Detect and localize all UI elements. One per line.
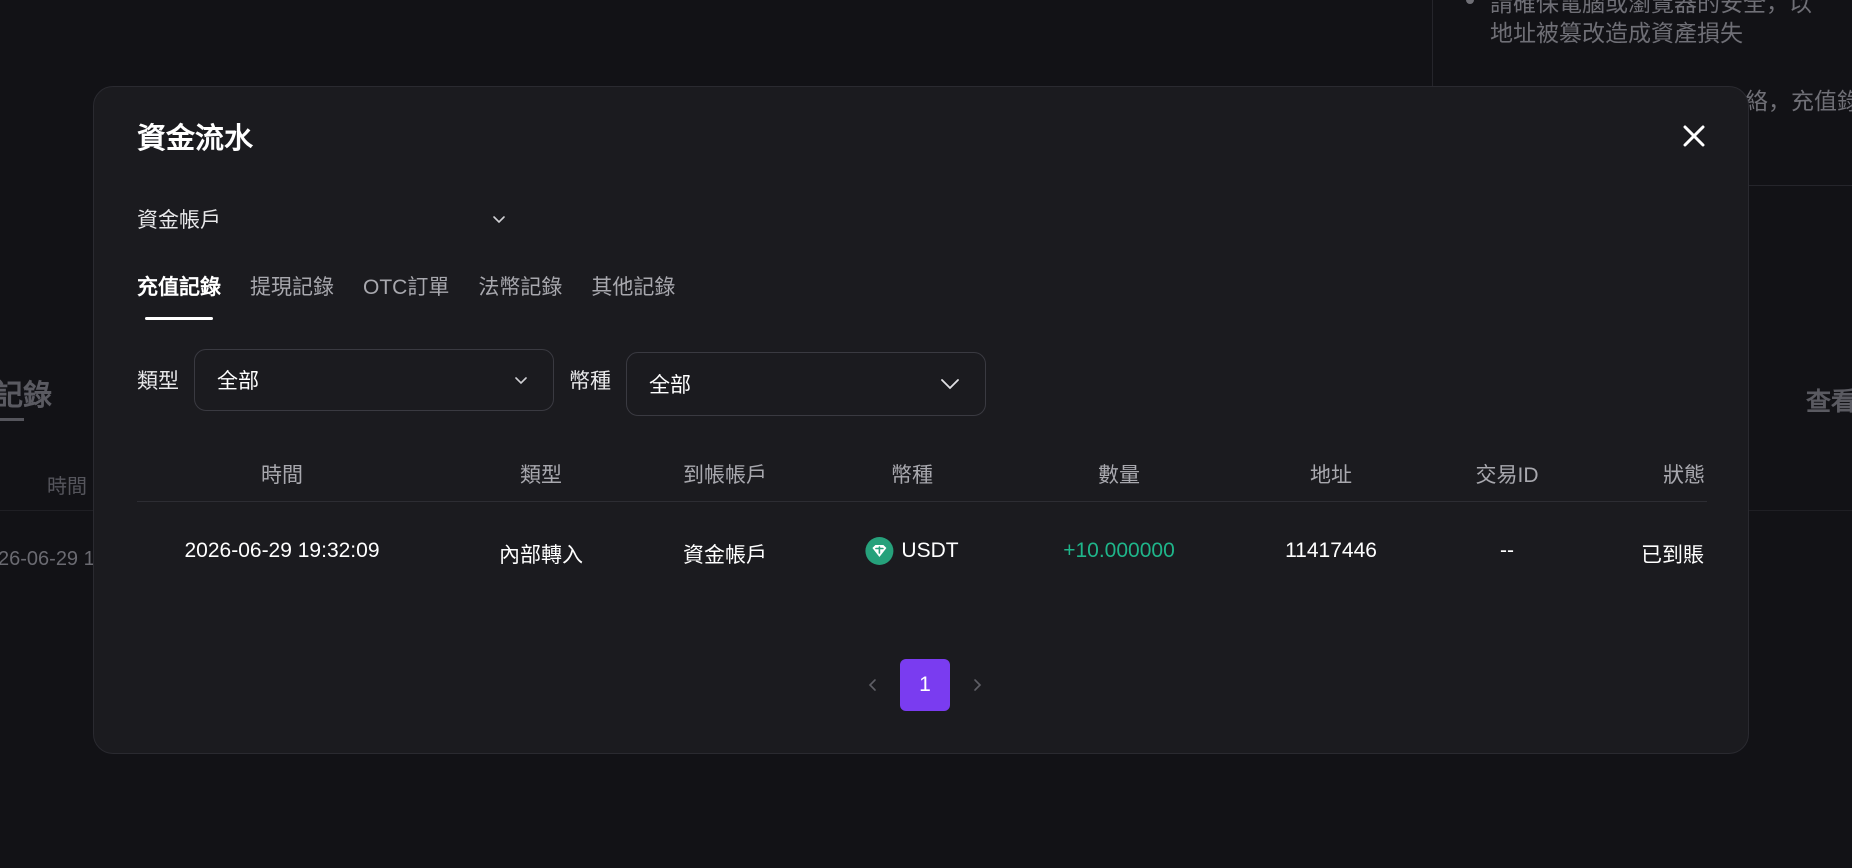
pagination: 1 <box>858 659 992 711</box>
chevron-down-icon <box>493 216 505 224</box>
cell-account: 資金帳戶 <box>683 544 767 567</box>
col-header-currency: 幣種 <box>891 464 933 487</box>
bg-note-line-2: 地址被篡改造成資產損失 <box>1490 20 1743 46</box>
tab-other-records[interactable]: 其他記錄 <box>591 273 675 323</box>
col-header-status: 狀態 <box>1663 464 1705 487</box>
modal-title: 資金流水 <box>137 123 254 155</box>
cell-currency: USDT <box>865 537 959 565</box>
tab-withdraw-records[interactable]: 提現記錄 <box>250 273 334 323</box>
next-page-button[interactable] <box>962 670 992 700</box>
cell-type: 內部轉入 <box>499 544 583 567</box>
col-header-txid: 交易ID <box>1475 464 1539 487</box>
cell-currency-label: USDT <box>901 539 959 562</box>
cell-txid: -- <box>1500 539 1514 562</box>
record-tabs: 充值記錄 提現記錄 OTC訂單 法幣記錄 其他記錄 <box>137 273 704 323</box>
page: 請確保電腦或瀏覽器的安全，以 地址被篡改造成資產損失 絡，充值錄 記錄 查看 時… <box>0 0 1852 868</box>
col-header-type: 類型 <box>520 464 562 487</box>
page-number-button[interactable]: 1 <box>900 659 950 711</box>
bg-note-line-3: 絡，充值錄 <box>1745 88 1852 114</box>
bg-view-more-link[interactable]: 查看 <box>1806 382 1852 418</box>
currency-filter-label: 幣種 <box>569 370 611 393</box>
account-select-value: 資金帳戶 <box>137 209 221 232</box>
close-icon <box>1683 125 1705 147</box>
chevron-down-icon <box>941 379 959 390</box>
tab-otc-orders[interactable]: OTC訂單 <box>363 273 449 323</box>
bg-tab-underline <box>0 418 24 421</box>
cell-amount: +10.000000 <box>1063 539 1175 562</box>
cell-status: 已到賬 <box>1641 544 1704 567</box>
tab-deposit-records[interactable]: 充值記錄 <box>137 273 221 323</box>
type-filter-value: 全部 <box>217 370 259 393</box>
tab-fiat-records[interactable]: 法幣記錄 <box>478 273 562 323</box>
table-header-divider <box>137 501 1707 502</box>
cell-address: 11417446 <box>1285 539 1377 562</box>
account-select[interactable]: 資金帳戶 <box>137 199 507 239</box>
bg-row-time: 26-06-29 1 <box>0 548 95 570</box>
col-header-account: 到帳帳戶 <box>683 464 767 487</box>
bg-col-time: 時間 <box>47 476 87 498</box>
fund-flow-modal: 資金流水 資金帳戶 充值記錄 提現記錄 OTC訂單 法幣記錄 其他記錄 類型 全… <box>93 86 1749 754</box>
chevron-right-icon <box>974 679 982 691</box>
bg-section-title: 記錄 <box>0 380 53 412</box>
type-filter-label: 類型 <box>137 370 179 393</box>
col-header-address: 地址 <box>1310 464 1352 487</box>
col-header-time: 時間 <box>261 464 303 487</box>
usdt-icon <box>865 537 894 565</box>
currency-filter-value: 全部 <box>649 374 691 397</box>
cell-time: 2026-06-29 19:32:09 <box>184 539 380 562</box>
col-header-amount: 數量 <box>1098 464 1140 487</box>
close-button[interactable] <box>1679 121 1709 151</box>
type-filter-select[interactable]: 全部 <box>194 349 554 411</box>
chevron-left-icon <box>868 679 876 691</box>
chevron-down-icon <box>515 377 527 385</box>
prev-page-button[interactable] <box>858 670 888 700</box>
currency-filter-select[interactable]: 全部 <box>626 352 986 416</box>
